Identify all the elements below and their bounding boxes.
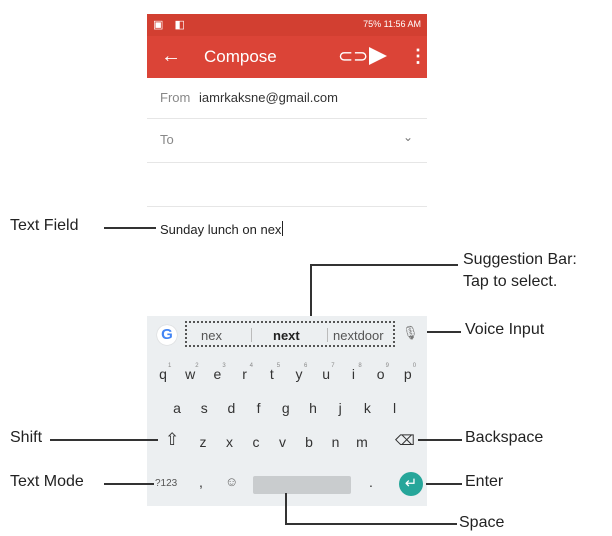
callout-line-shift	[50, 439, 158, 441]
suggestion-strip: G nex next nextdoor 🎙	[147, 320, 427, 350]
key-hint-4: 4	[249, 363, 253, 369]
text-field[interactable]: Sunday lunch on nex	[147, 206, 427, 316]
emoji-icon[interactable]: ☺	[225, 474, 238, 489]
callout-backspace: Backspace	[465, 429, 544, 446]
key-k[interactable]: k	[357, 400, 377, 416]
callout-line-suggestion-vertical	[310, 264, 312, 316]
suggestion-bar: nex next nextdoor	[185, 321, 395, 347]
text-cursor	[282, 221, 284, 236]
key-x[interactable]: x	[220, 434, 240, 450]
to-label: To	[160, 132, 174, 147]
key-g[interactable]: g	[276, 400, 296, 416]
subject-field[interactable]	[147, 162, 427, 207]
from-label: From	[160, 90, 191, 105]
space-bar[interactable]	[253, 476, 351, 494]
key-hint-8: 8	[358, 363, 362, 369]
callout-line-space-vertical	[285, 493, 287, 525]
chevron-down-icon[interactable]: ⌄	[403, 130, 413, 144]
key-m[interactable]: m	[352, 434, 372, 450]
google-logo-icon[interactable]: G	[157, 325, 177, 345]
body-text: Sunday lunch on nex	[160, 221, 284, 237]
send-icon[interactable]	[369, 47, 387, 65]
callout-line-voice-input	[427, 331, 461, 333]
key-v[interactable]: v	[273, 434, 293, 450]
key-s[interactable]: s	[194, 400, 214, 416]
enter-key[interactable]: ↵	[399, 472, 423, 496]
backspace-key[interactable]: ⌫	[395, 432, 415, 449]
from-row: From iamrkaksne@gmail.com	[147, 78, 427, 119]
callout-space: Space	[459, 514, 505, 531]
key-hint-1: 1	[168, 363, 172, 369]
attach-icon[interactable]: ⊂⊃	[338, 46, 368, 67]
suggestion-divider	[251, 328, 252, 342]
status-right-info: 75% 11:56 AM	[363, 19, 421, 29]
microphone-icon[interactable]: 🎙	[402, 325, 419, 341]
callout-line-space-horizontal	[285, 523, 457, 525]
body-text-value: Sunday lunch on nex	[160, 222, 282, 237]
suggestion-3[interactable]: nextdoor	[333, 328, 384, 343]
callout-suggestion-bar-line1: Suggestion Bar:	[463, 251, 577, 268]
shift-key[interactable]: ⇧	[165, 430, 179, 450]
to-field[interactable]: To ⌄	[147, 118, 427, 163]
period-key[interactable]: .	[369, 474, 373, 490]
key-hint-0: 0	[412, 363, 417, 369]
key-f[interactable]: f	[249, 400, 269, 416]
suggestion-divider	[327, 328, 328, 342]
callout-line-text-field	[104, 227, 156, 229]
status-bar: ▣ ◧ 75% 11:56 AM	[147, 14, 427, 36]
key-hint-2: 2	[195, 363, 199, 369]
key-hint-3: 3	[222, 363, 226, 369]
callout-line-enter	[426, 483, 462, 485]
notification-icons: ▣ ◧	[153, 19, 189, 31]
key-a[interactable]: a	[167, 400, 187, 416]
callout-enter: Enter	[465, 473, 504, 490]
suggestion-1[interactable]: nex	[201, 328, 222, 343]
key-hint-5: 5	[276, 363, 281, 369]
key-j[interactable]: j	[330, 400, 350, 416]
suggestion-2[interactable]: next	[273, 328, 300, 343]
more-options-icon[interactable]: ⋮	[409, 46, 427, 67]
callout-line-suggestion-horizontal	[310, 264, 458, 266]
key-l[interactable]: l	[385, 400, 405, 416]
text-mode-key[interactable]: ?123	[155, 478, 177, 489]
callout-suggestion-bar-line2: Tap to select.	[463, 273, 558, 290]
callout-text-mode: Text Mode	[10, 473, 84, 490]
key-c[interactable]: c	[246, 434, 266, 450]
app-bar: ← Compose ⊂⊃ ⋮	[147, 36, 427, 78]
callout-line-backspace	[418, 439, 462, 441]
key-hint-6: 6	[304, 363, 308, 369]
comma-key[interactable]: ,	[199, 474, 203, 490]
from-address[interactable]: iamrkaksne@gmail.com	[199, 90, 338, 105]
callout-voice-input: Voice Input	[465, 321, 545, 338]
key-d[interactable]: d	[221, 400, 241, 416]
callout-text-field: Text Field	[10, 217, 79, 234]
callout-shift: Shift	[10, 429, 43, 446]
key-hint-7: 7	[331, 363, 335, 369]
key-hint-9: 9	[385, 363, 389, 369]
callout-line-text-mode	[104, 483, 154, 485]
page-title: Compose	[204, 47, 277, 66]
key-b[interactable]: b	[299, 434, 319, 450]
key-n[interactable]: n	[326, 434, 346, 450]
key-z[interactable]: z	[193, 434, 213, 450]
key-h[interactable]: h	[303, 400, 323, 416]
keyboard: G nex next nextdoor 🎙 q1w2e3r4t5y6u7i8o9…	[147, 316, 427, 506]
back-arrow-icon[interactable]: ←	[161, 45, 181, 67]
